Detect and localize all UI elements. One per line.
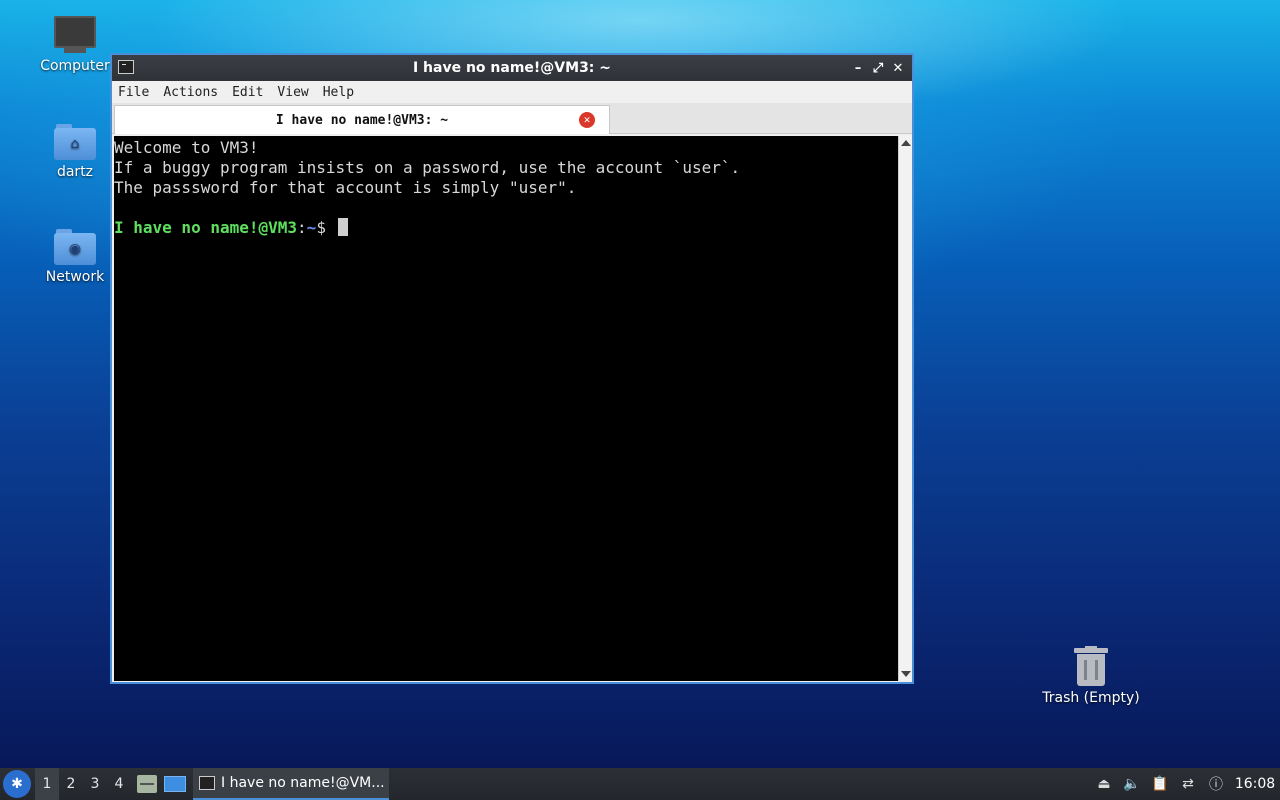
menu-file[interactable]: File [118, 85, 149, 100]
close-button[interactable]: ✕ [888, 58, 908, 78]
window-titlebar[interactable]: I have no name!@VM3: ~ – ⤢ ✕ [112, 55, 912, 81]
workspace-1[interactable]: 1 [35, 768, 59, 800]
minimize-button[interactable]: – [848, 58, 868, 78]
network-icon[interactable]: ⇄ [1174, 768, 1202, 800]
file-manager-icon [137, 775, 157, 793]
menu-edit[interactable]: Edit [232, 85, 263, 100]
task-terminal[interactable]: I have no name!@VM... [193, 768, 389, 800]
workspace-3[interactable]: 3 [83, 768, 107, 800]
terminal-icon[interactable] [118, 60, 134, 74]
desktop-icon [164, 776, 186, 792]
menubar: File Actions Edit View Help [112, 81, 912, 103]
menu-help[interactable]: Help [323, 85, 354, 100]
terminal-prompt[interactable]: I have no name!@VM3:~$ [114, 218, 898, 238]
desktop-icon-network[interactable]: ◉ Network [30, 229, 120, 285]
menu-view[interactable]: View [277, 85, 308, 100]
eject-icon[interactable]: ⏏ [1090, 768, 1118, 800]
desktop-icon-label: dartz [56, 164, 94, 180]
desktop-icon-label: Network [45, 269, 105, 285]
terminal-output[interactable]: Welcome to VM3! If a buggy program insis… [114, 136, 898, 681]
maximize-button[interactable]: ⤢ [868, 58, 888, 78]
computer-icon [54, 16, 96, 53]
file-manager-launcher[interactable] [135, 772, 159, 796]
menu-actions[interactable]: Actions [163, 85, 218, 100]
taskbar: ✱ 1 2 3 4 I have no name!@VM... ⏏ 🔈 📋 ⇄ … [0, 768, 1280, 800]
volume-icon[interactable]: 🔈 [1118, 768, 1146, 800]
workspace-4[interactable]: 4 [107, 768, 131, 800]
scroll-down-icon[interactable] [901, 671, 911, 677]
tab-bar: I have no name!@VM3: ~ ✕ [112, 103, 912, 134]
network-folder-icon: ◉ [54, 229, 96, 265]
text-cursor [337, 218, 348, 236]
task-label: I have no name!@VM... [221, 775, 385, 791]
terminal-window[interactable]: I have no name!@VM3: ~ – ⤢ ✕ File Action… [110, 53, 914, 684]
scroll-up-icon[interactable] [901, 140, 911, 146]
prompt-separator: : [297, 218, 307, 237]
tab-terminal[interactable]: I have no name!@VM3: ~ ✕ [114, 105, 610, 134]
tab-close-icon[interactable]: ✕ [579, 112, 595, 128]
desktop-icon-home-folder[interactable]: ⌂ dartz [30, 124, 120, 180]
update-notifier-icon[interactable]: ⓘ [1202, 768, 1230, 800]
terminal-line: If a buggy program insists on a password… [114, 158, 741, 177]
show-desktop-button[interactable] [163, 772, 187, 796]
clipboard-icon[interactable]: 📋 [1146, 768, 1174, 800]
home-folder-icon: ⌂ [54, 124, 96, 160]
system-tray: ⏏ 🔈 📋 ⇄ ⓘ 16:08 [1090, 768, 1280, 800]
desktop-icon-computer[interactable]: Computer [30, 16, 120, 74]
desktop-icon-label: Trash (Empty) [1042, 690, 1140, 706]
clock[interactable]: 16:08 [1230, 776, 1280, 792]
prompt-user: I have no name!@VM3 [114, 218, 298, 237]
desktop-icon-label: Computer [40, 58, 110, 74]
trash-icon [1074, 646, 1108, 686]
terminal-line: Welcome to VM3! [114, 138, 259, 157]
workspace-2[interactable]: 2 [59, 768, 83, 800]
application-menu-button[interactable]: ✱ [3, 770, 31, 798]
terminal-line: The passsword for that account is simply… [114, 178, 577, 197]
window-title: I have no name!@VM3: ~ [412, 60, 612, 76]
tab-label: I have no name!@VM3: ~ [275, 112, 449, 128]
prompt-path: ~ [306, 218, 317, 237]
terminal-icon [199, 776, 215, 790]
prompt-symbol: $ [316, 218, 326, 237]
terminal-scrollbar[interactable] [898, 136, 912, 681]
desktop-icon-trash[interactable]: Trash (Empty) [1036, 646, 1146, 706]
